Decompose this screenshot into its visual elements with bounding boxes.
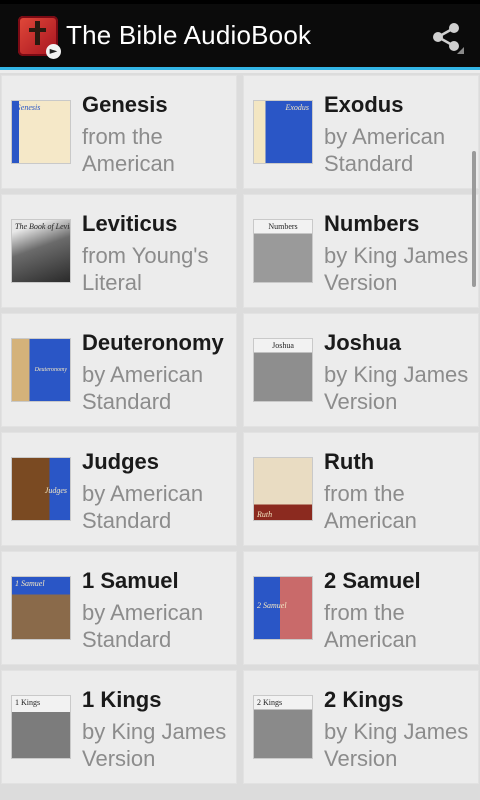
- book-title: Ruth: [324, 449, 375, 474]
- scrollbar[interactable]: [472, 151, 476, 287]
- book-subtitle: from the American: [324, 600, 417, 652]
- book-title: 2 Samuel: [324, 568, 421, 593]
- book-cover: Deuteronomy: [11, 338, 71, 402]
- book-cover: The Book of Leviticus: [11, 219, 71, 283]
- book-title: Joshua: [324, 330, 402, 355]
- book-subtitle: by American Standard: [82, 362, 204, 414]
- book-title: Genesis: [82, 92, 168, 117]
- book-card[interactable]: 1 Kings 1 Kings by King James Version: [1, 670, 237, 784]
- share-icon[interactable]: [430, 20, 464, 54]
- book-card[interactable]: 1 Samuel 1 Samuel by American Standard: [1, 551, 237, 665]
- book-card[interactable]: Deuteronomy Deuteronomy by American Stan…: [1, 313, 237, 427]
- book-title: Leviticus: [82, 211, 178, 236]
- book-card[interactable]: 2 Kings 2 Kings by King James Version: [243, 670, 479, 784]
- book-cover: Exodus: [253, 100, 313, 164]
- book-card[interactable]: Ruth Ruth from the American: [243, 432, 479, 546]
- book-title: Numbers: [324, 211, 420, 236]
- book-cover: 1 Kings: [11, 695, 71, 759]
- book-cover: Judges: [11, 457, 71, 521]
- book-title: Deuteronomy: [82, 330, 224, 355]
- book-subtitle: from Young's Literal: [82, 243, 209, 295]
- book-subtitle: by American Standard: [324, 124, 446, 176]
- book-cover: Numbers: [253, 219, 313, 283]
- book-subtitle: from the American: [324, 481, 417, 533]
- book-title: 2 Kings: [324, 687, 404, 712]
- book-subtitle: by King James Version: [324, 362, 469, 414]
- book-card[interactable]: 2 Samuel 2 Samuel from the American: [243, 551, 479, 665]
- book-cover: 1 Samuel: [11, 576, 71, 640]
- book-subtitle: by King James Version: [82, 719, 227, 771]
- book-subtitle: by King James Version: [324, 719, 469, 771]
- book-title: 1 Samuel: [82, 568, 179, 593]
- book-cover: 2 Kings: [253, 695, 313, 759]
- book-card[interactable]: Numbers Numbers by King James Version: [243, 194, 479, 308]
- book-subtitle: by American Standard: [82, 600, 204, 652]
- book-cover: Ruth: [253, 457, 313, 521]
- book-title: Judges: [82, 449, 160, 474]
- book-card[interactable]: The Book of Leviticus Leviticus from You…: [1, 194, 237, 308]
- book-cover: Genesis: [11, 100, 71, 164]
- book-card[interactable]: Judges Judges by American Standard: [1, 432, 237, 546]
- app-title: The Bible AudioBook: [66, 20, 312, 50]
- book-cover: 2 Samuel: [253, 576, 313, 640]
- book-grid[interactable]: Genesis Genesis from the American Exodus…: [0, 73, 480, 800]
- book-card[interactable]: Joshua Joshua by King James Version: [243, 313, 479, 427]
- book-card[interactable]: Exodus Exodus by American Standard: [243, 75, 479, 189]
- book-card[interactable]: Genesis Genesis from the American: [1, 75, 237, 189]
- book-subtitle: from the American: [82, 124, 175, 176]
- action-bar: ► The Bible AudioBook: [0, 4, 480, 70]
- book-cover: Joshua: [253, 338, 313, 402]
- book-title: Exodus: [324, 92, 404, 117]
- book-subtitle: by King James Version: [324, 243, 469, 295]
- bible-audio-icon[interactable]: ►: [18, 15, 61, 59]
- book-title: 1 Kings: [82, 687, 162, 712]
- book-subtitle: by American Standard: [82, 481, 204, 533]
